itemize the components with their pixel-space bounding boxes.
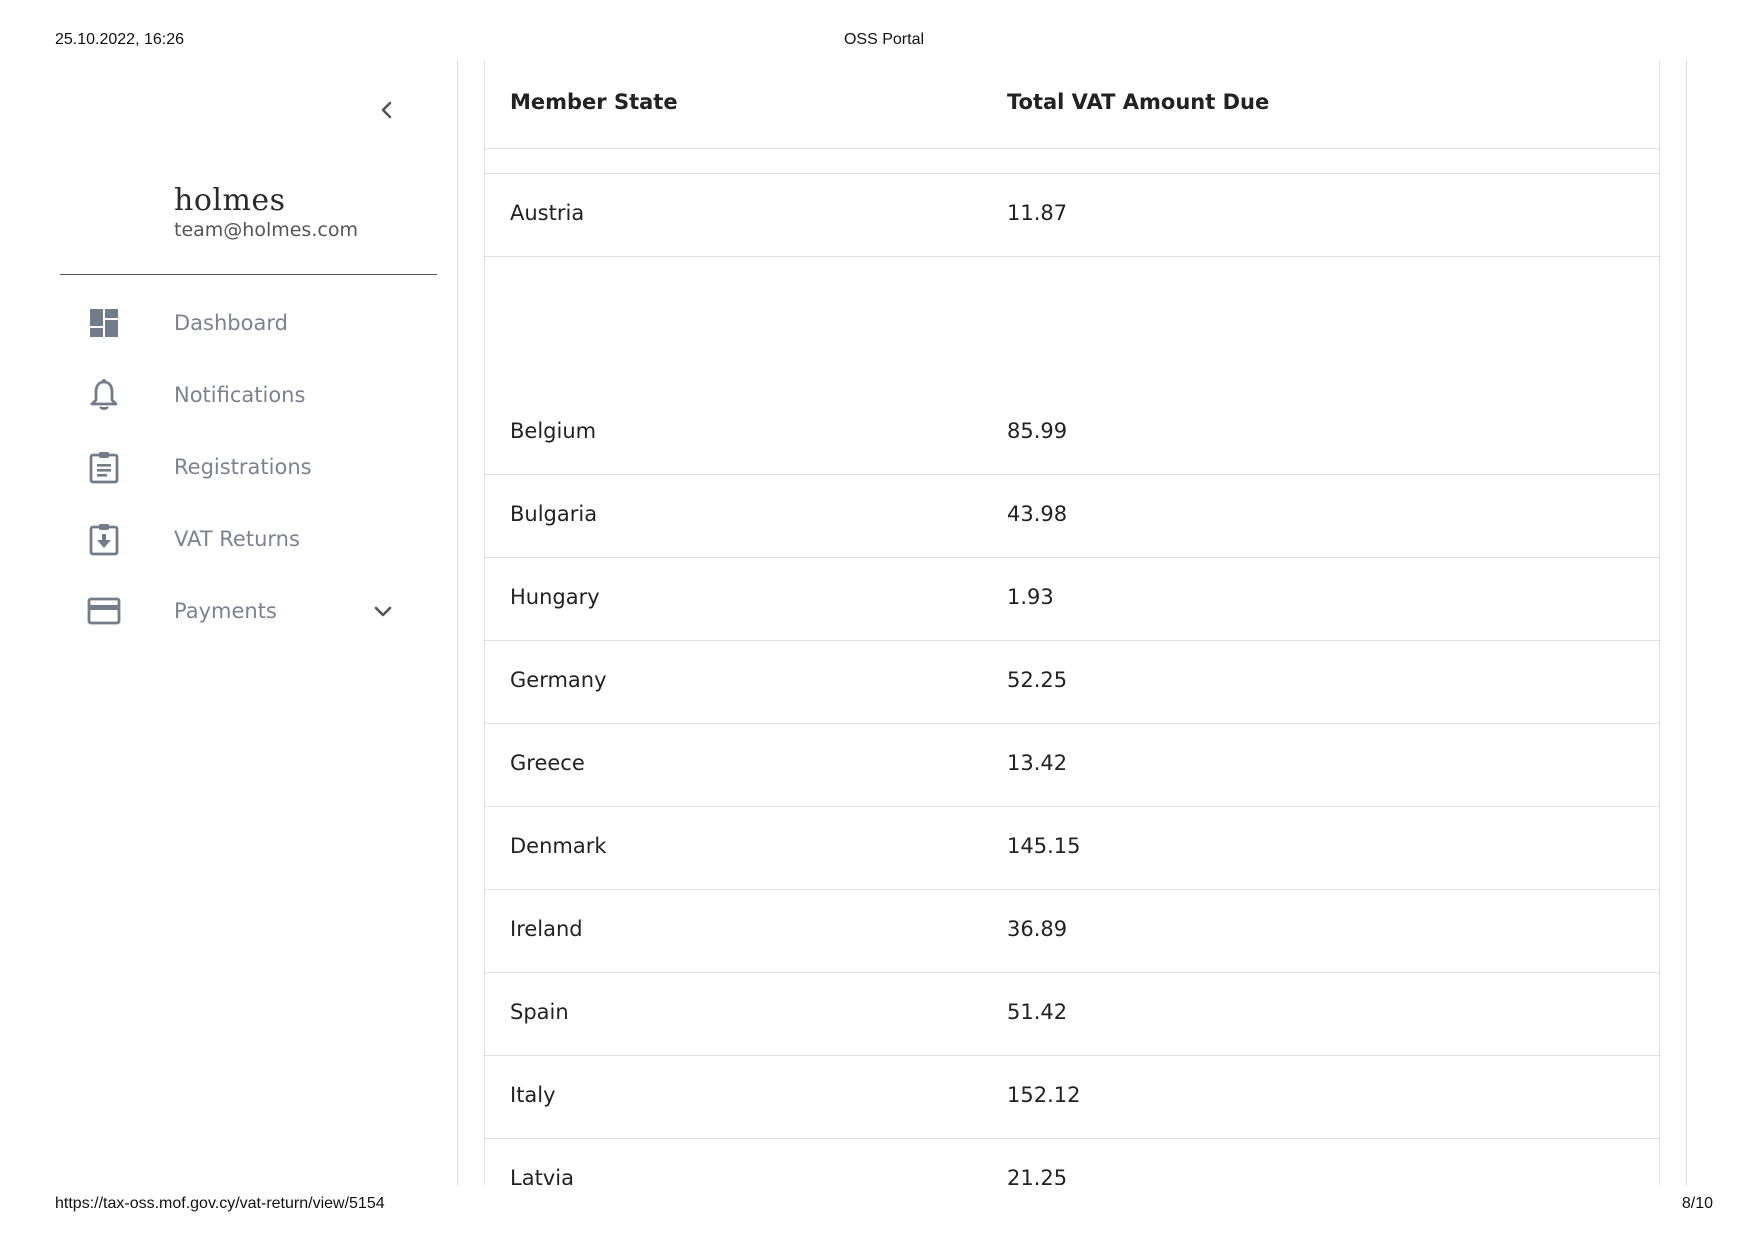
sidebar-item-notifications[interactable]: Notifications (60, 370, 420, 420)
sidebar-item-label: Dashboard (174, 311, 288, 335)
table-row[interactable]: Latvia 21.25 (485, 1138, 1659, 1185)
table-row[interactable]: Greece 13.42 (485, 723, 1659, 806)
cell-total-vat: 85.99 (1007, 419, 1068, 443)
column-header-member-state[interactable]: Member State (510, 90, 678, 114)
cell-member-state: Bulgaria (510, 502, 598, 526)
brand-email: team@holmes.com (174, 219, 358, 241)
sidebar-item-label: Payments (174, 599, 277, 623)
print-header: 25.10.2022, 16:26 OSS Portal (55, 31, 1713, 51)
table-row[interactable]: Denmark 145.15 (485, 806, 1659, 889)
table-row[interactable]: Italy 152.12 (485, 1055, 1659, 1138)
print-page-number: 8/10 (1681, 1195, 1713, 1212)
credit-card-icon (82, 589, 126, 633)
cell-member-state: Spain (510, 1000, 569, 1024)
clipboard-icon (82, 445, 126, 489)
cell-total-vat: 36.89 (1007, 917, 1068, 941)
table-row[interactable]: Spain 51.42 (485, 972, 1659, 1055)
print-footer: https://tax-oss.mof.gov.cy/vat-return/vi… (55, 1195, 1713, 1215)
sidebar-item-label: Notifications (174, 383, 306, 407)
table-row[interactable]: Hungary 1.93 (485, 557, 1659, 640)
sidebar-item-dashboard[interactable]: Dashboard (60, 298, 420, 348)
column-header-total-vat[interactable]: Total VAT Amount Due (1007, 90, 1269, 114)
sidebar-item-label: Registrations (174, 455, 312, 479)
cell-member-state: Denmark (510, 834, 607, 858)
sidebar-item-vat-returns[interactable]: VAT Returns (60, 514, 420, 564)
cell-total-vat: 43.98 (1007, 502, 1068, 526)
cell-member-state: Hungary (510, 585, 600, 609)
sidebar-item-registrations[interactable]: Registrations (60, 442, 420, 492)
cell-total-vat: 52.25 (1007, 668, 1068, 692)
brand-name: holmes (174, 183, 286, 218)
print-url: https://tax-oss.mof.gov.cy/vat-return/vi… (55, 1195, 385, 1212)
cell-total-vat: 11.87 (1007, 201, 1068, 225)
main-content: Member State Total VAT Amount Due Austri… (458, 60, 1686, 1185)
cell-member-state: Greece (510, 751, 585, 775)
content-border (1686, 60, 1687, 1185)
cell-total-vat: 21.25 (1007, 1166, 1068, 1185)
cell-total-vat: 152.12 (1007, 1083, 1081, 1107)
sidebar-item-label: VAT Returns (174, 527, 300, 551)
cell-member-state: Latvia (510, 1166, 574, 1185)
header-divider (485, 148, 1659, 149)
cell-member-state: Belgium (510, 419, 597, 443)
table-row[interactable]: Bulgaria 43.98 (485, 474, 1659, 557)
cell-member-state: Austria (510, 201, 585, 225)
table-row[interactable]: Austria 11.87 (485, 173, 1659, 256)
user-brand: holmes team@holmes.com (174, 183, 358, 242)
cell-member-state: Italy (510, 1083, 556, 1107)
cell-total-vat: 1.93 (1007, 585, 1054, 609)
vat-amount-table: Member State Total VAT Amount Due Austri… (484, 60, 1660, 1185)
sidebar: holmes team@holmes.com Dashboard Notific… (0, 60, 458, 1185)
cell-total-vat: 13.42 (1007, 751, 1068, 775)
cell-member-state: Germany (510, 668, 607, 692)
sidebar-divider (60, 274, 437, 275)
page-viewport: holmes team@holmes.com Dashboard Notific… (0, 60, 1753, 1185)
chevron-left-icon (381, 101, 392, 119)
print-title: OSS Portal (843, 31, 925, 48)
table-row[interactable]: Ireland 36.89 (485, 889, 1659, 972)
table-row[interactable]: Germany 52.25 (485, 640, 1659, 723)
clipboard-download-icon (82, 517, 126, 561)
table-row[interactable]: Belgium 85.99 (485, 256, 1659, 474)
dashboard-icon (82, 301, 126, 345)
cell-total-vat: 51.42 (1007, 1000, 1068, 1024)
sidebar-item-payments[interactable]: Payments (60, 586, 420, 636)
cell-member-state: Ireland (510, 917, 583, 941)
collapse-sidebar-button[interactable] (372, 95, 402, 125)
chevron-down-icon[interactable] (370, 598, 396, 624)
cell-total-vat: 145.15 (1007, 834, 1081, 858)
bell-icon (82, 373, 126, 417)
